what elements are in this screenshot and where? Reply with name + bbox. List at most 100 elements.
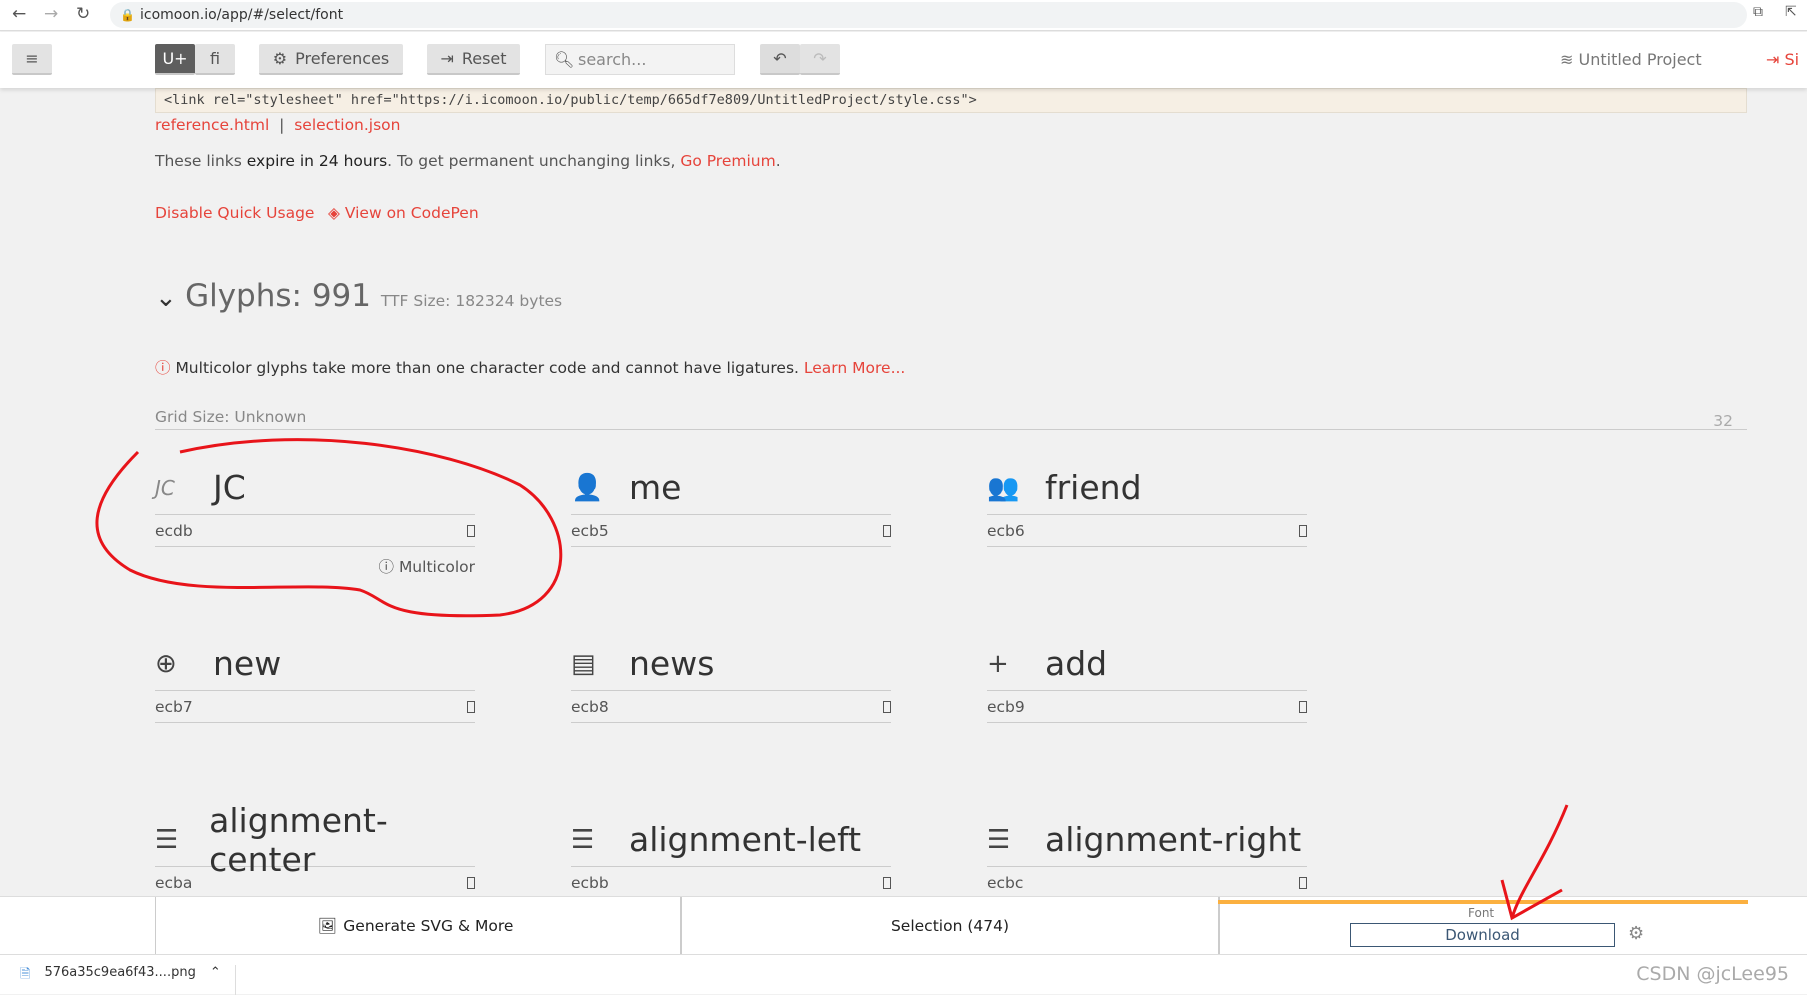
glyph-name-row: ☰ alignment-right [987, 813, 1307, 867]
glyph-name-row: ☰ alignment-center [155, 801, 475, 879]
selection-tab[interactable]: Selection (474) [680, 897, 1220, 955]
glyph-preview-box [883, 876, 891, 889]
search-input[interactable]: 🔍︎ search... [545, 44, 735, 75]
learn-more-link[interactable]: Learn More... [804, 359, 905, 377]
glyph-name[interactable]: alignment-center [209, 801, 475, 879]
grid-size: Grid Size: Unknown [155, 408, 307, 426]
unicode-toggle[interactable]: U+ [155, 44, 195, 75]
gear-icon[interactable]: ⚙ [1628, 923, 1644, 944]
forward-icon[interactable]: → [44, 4, 58, 24]
preferences-button[interactable]: ⚙ Preferences [259, 44, 403, 75]
translate-icon[interactable]: ⧉ [1753, 4, 1763, 20]
signin-link[interactable]: ⇥ Si [1766, 50, 1799, 69]
ligature-toggle[interactable]: fi [195, 44, 235, 75]
info-icon: ⓘ [155, 359, 176, 377]
download-button[interactable]: Download [1350, 923, 1615, 947]
glyph-name[interactable]: add [1045, 644, 1107, 683]
glyph-name[interactable]: JC [213, 468, 246, 507]
download-label: Download [1445, 926, 1520, 944]
chevron-up-icon[interactable]: ⌃ [210, 965, 221, 995]
glyph-code[interactable]: ecbc [987, 874, 1023, 892]
glyph-preview-box [467, 876, 475, 889]
glyph-name-row: ▤ news [571, 637, 891, 691]
glyph-code[interactable]: ecb7 [155, 698, 193, 716]
undo-button[interactable]: ↶ [760, 44, 800, 75]
app-toolbar: ≡ U+ fi ⚙ Preferences ⇥ Reset 🔍︎ search... … [0, 32, 1807, 88]
glyph-preview-box [1299, 700, 1307, 713]
glyph-code-row: ecbc [987, 867, 1307, 899]
glyph-cell[interactable]: + add ecb9 [987, 637, 1307, 723]
signin-icon: ⇥ [1766, 50, 1785, 69]
glyph-preview-box [883, 524, 891, 537]
layers-icon: ≋ [1560, 50, 1579, 69]
glyph-code[interactable]: ecb5 [571, 522, 609, 540]
ttf-size: TTF Size: 182324 bytes [380, 292, 563, 310]
glyph-cell[interactable]: ☰ alignment-center ecba [155, 801, 475, 899]
reference-link[interactable]: reference.html [155, 116, 269, 134]
newspaper-icon: ▤ [571, 648, 596, 679]
address-bar[interactable]: 🔒 icomoon.io/app/#/select/font [110, 2, 1747, 28]
reset-icon: ⇥ [440, 49, 454, 68]
gear-icon: ⚙ [272, 49, 288, 68]
glyph-code[interactable]: ecba [155, 874, 192, 892]
glyph-code[interactable]: ecdb [155, 522, 193, 540]
glyph-name[interactable]: new [213, 644, 281, 683]
glyph-code-row: ecb6 [987, 515, 1307, 547]
glyph-name[interactable]: alignment-left [629, 820, 861, 859]
url-text: icomoon.io/app/#/select/font [140, 7, 344, 23]
progress-bar [1218, 900, 1748, 904]
glyph-cell[interactable]: ⊕ new ecb7 [155, 637, 475, 723]
glyph-name[interactable]: news [629, 644, 714, 683]
main-content: <link rel="stylesheet" href="https://i.i… [155, 88, 1747, 430]
glyphs-header[interactable]: ⌄ Glyphs: 991 TTF Size: 182324 bytes [155, 278, 562, 314]
plus-circle-icon: ⊕ [155, 648, 177, 679]
glyph-code[interactable]: ecbb [571, 874, 609, 892]
glyph-code-row: ecb8 [571, 691, 891, 723]
info-icon: ⓘ [378, 558, 399, 576]
back-icon[interactable]: ← [12, 4, 26, 24]
redo-button[interactable]: ↷ [800, 44, 840, 75]
glyph-cell[interactable]: JC JC ecdb ⓘ Multicolor [155, 461, 475, 577]
download-item[interactable]: 🗎 576a35c9ea6f43....png ⌃ [20, 965, 236, 995]
premium-link[interactable]: Go Premium [680, 152, 775, 170]
glyph-cell[interactable]: ☰ alignment-right ecbc [987, 813, 1307, 899]
glyph-name[interactable]: friend [1045, 468, 1142, 507]
plus-icon: + [987, 648, 1009, 679]
glyph-name[interactable]: me [629, 468, 681, 507]
reload-icon[interactable]: ↻ [76, 4, 90, 24]
glyph-code[interactable]: ecb6 [987, 522, 1025, 540]
reset-button[interactable]: ⇥ Reset [427, 44, 520, 75]
generate-svg-button[interactable]: 🖼︎ Generate SVG & More [155, 897, 675, 955]
disable-quick-usage-link[interactable]: Disable Quick Usage [155, 204, 314, 222]
glyph-cell[interactable]: 👤 me ecb5 [571, 461, 891, 547]
glyph-code-row: ecb5 [571, 515, 891, 547]
codepen-label: View on CodePen [344, 204, 479, 222]
glyph-code[interactable]: ecb8 [571, 698, 609, 716]
glyph-code-row: ecb9 [987, 691, 1307, 723]
redo-icon: ↷ [813, 49, 827, 68]
codepen-link[interactable]: ◈ View on CodePen [328, 204, 479, 222]
selection-link[interactable]: selection.json [294, 116, 400, 134]
glyph-preview-box [883, 700, 891, 713]
codepen-icon: ◈ [328, 204, 345, 222]
menu-button[interactable]: ≡ [12, 44, 52, 75]
share-icon[interactable]: ⇱ [1785, 4, 1797, 20]
glyph-cell[interactable]: ☰ alignment-left ecbb [571, 813, 891, 899]
multicolor-label: Multicolor [398, 558, 475, 576]
glyph-code-row: ecdb [155, 515, 475, 547]
glyph-cell[interactable]: ▤ news ecb8 [571, 637, 891, 723]
align-left-icon: ☰ [571, 824, 595, 855]
signin-label: Si [1784, 50, 1800, 69]
glyph-cell[interactable]: 👥 friend ecb6 [987, 461, 1307, 547]
glyphs-title: Glyphs: 991 [185, 278, 371, 314]
multicolor-badge: ⓘ Multicolor [155, 547, 476, 577]
glyph-code[interactable]: ecb9 [987, 698, 1025, 716]
watermark: CSDN @jcLee95 [1636, 963, 1789, 985]
glyph-name[interactable]: alignment-right [1045, 820, 1301, 859]
stylesheet-link-code[interactable]: <link rel="stylesheet" href="https://i.i… [155, 88, 1747, 113]
ligature-label: fi [209, 49, 221, 68]
reset-label: Reset [461, 49, 507, 68]
align-center-icon: ☰ [155, 824, 179, 855]
expire-bold: expire in 24 hours [246, 152, 388, 170]
project-name[interactable]: ≋ Untitled Project [1560, 50, 1702, 69]
